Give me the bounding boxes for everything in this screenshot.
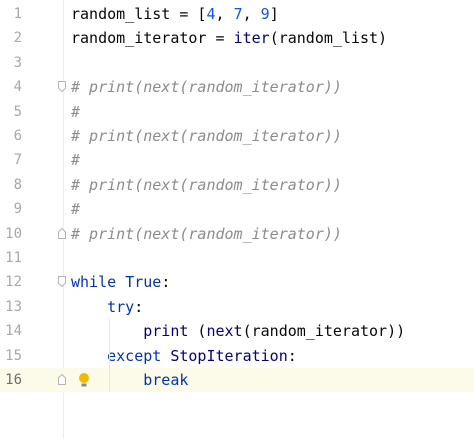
code-line-7[interactable]: 7 # xyxy=(0,148,474,172)
fold-start-icon[interactable] xyxy=(58,81,66,93)
code-text[interactable]: except StopIteration: xyxy=(71,344,297,368)
code-text[interactable]: # print(next(random_iterator)) xyxy=(71,124,342,148)
code-token-plain: , xyxy=(242,5,261,23)
code-line-5[interactable]: 5 # xyxy=(0,100,474,124)
code-token-num: 4 xyxy=(206,5,216,23)
code-token-cmt: # xyxy=(71,151,81,170)
code-token-plain: : xyxy=(161,273,171,292)
fold-start-icon[interactable] xyxy=(58,276,66,288)
code-line-8[interactable]: 8 # print(next(random_iterator)) xyxy=(0,173,474,197)
code-token-cmt: # xyxy=(71,200,81,219)
line-number: 2 xyxy=(13,30,22,47)
line-number: 7 xyxy=(13,152,22,169)
code-line-2[interactable]: 2 random_iterator = iter(random_list) xyxy=(0,26,474,50)
code-line-12[interactable]: 12 while True: xyxy=(0,270,474,294)
code-text[interactable]: print (next(random_iterator)) xyxy=(71,319,405,343)
code-token-cmt: # print(next(random_iterator)) xyxy=(71,224,342,243)
indent-guide xyxy=(109,368,110,393)
line-number: 5 xyxy=(13,103,22,120)
code-token-plain: (random_iterator)) xyxy=(242,322,406,341)
code-token-plain: : xyxy=(134,297,144,316)
code-line-13[interactable]: 13 try: xyxy=(0,295,474,319)
line-number: 11 xyxy=(5,250,22,266)
line-number: 8 xyxy=(13,176,22,193)
code-text[interactable]: random_list = [4, 7, 9] xyxy=(71,2,279,26)
code-token-builtin: iter xyxy=(233,29,270,48)
line-number: 14 xyxy=(5,323,22,340)
code-text[interactable]: # xyxy=(71,148,80,172)
line-number: 12 xyxy=(5,274,22,291)
code-text[interactable]: # print(next(random_iterator)) xyxy=(71,75,342,99)
code-line-10[interactable]: 10 # print(next(random_iterator)) xyxy=(0,222,474,246)
code-token-plain: : xyxy=(287,346,297,365)
code-line-3[interactable]: 3 xyxy=(0,51,474,75)
line-number: 15 xyxy=(5,347,22,364)
code-token-kw: except xyxy=(107,346,171,365)
code-line-11[interactable]: 11 xyxy=(0,246,474,270)
code-text[interactable]: try: xyxy=(71,295,143,319)
code-token-builtin: StopIteration xyxy=(170,346,288,365)
code-token-builtin: next xyxy=(206,322,243,341)
code-token-cmt: # print(next(random_iterator)) xyxy=(71,127,342,145)
code-line-16[interactable]: 16 break xyxy=(0,368,474,392)
code-line-14[interactable]: 14 print (next(random_iterator)) xyxy=(0,319,474,343)
code-token-cmt: # print(next(random_iterator)) xyxy=(71,78,342,97)
line-number: 1 xyxy=(13,6,22,22)
code-line-1[interactable]: 1 random_list = [4, 7, 9] xyxy=(0,2,474,26)
code-token-plain: (random_list) xyxy=(269,29,388,48)
code-token-num: 9 xyxy=(260,5,270,23)
code-token-kw: True xyxy=(125,273,162,292)
code-text[interactable]: # print(next(random_iterator)) xyxy=(71,222,342,246)
code-text[interactable]: # print(next(random_iterator)) xyxy=(71,173,342,197)
code-token-plain: random_iterator = xyxy=(71,29,234,48)
code-token-plain: random_list = [ xyxy=(71,5,207,23)
code-token-plain: , xyxy=(215,5,234,23)
line-number: 3 xyxy=(13,54,22,71)
code-token-num: 7 xyxy=(233,5,243,23)
code-token-kw: while xyxy=(71,273,126,292)
line-number: 9 xyxy=(13,201,22,218)
code-token-plain: ( xyxy=(188,322,207,341)
code-editor[interactable]: 1 random_list = [4, 7, 9] 2 random_iterator… xyxy=(0,0,474,439)
line-number: 4 xyxy=(13,79,22,96)
code-token-cmt: # xyxy=(71,102,81,121)
code-text[interactable]: while True: xyxy=(71,270,170,294)
fold-end-icon[interactable] xyxy=(58,227,66,239)
code-line-9[interactable]: 9 # xyxy=(0,197,474,221)
code-text[interactable]: random_iterator = iter(random_list) xyxy=(71,26,387,50)
code-token-builtin: print xyxy=(143,322,189,341)
code-text[interactable]: # xyxy=(71,100,80,124)
code-token-plain: ] xyxy=(269,5,279,23)
code-text[interactable]: break xyxy=(71,368,188,392)
code-text[interactable]: # xyxy=(71,197,80,221)
line-number: 6 xyxy=(13,128,22,144)
fold-end-icon[interactable] xyxy=(58,374,66,385)
code-line-6[interactable]: 6 # print(next(random_iterator)) xyxy=(0,124,474,148)
line-number: 16 xyxy=(5,372,22,388)
code-token-kw: try xyxy=(107,297,135,316)
line-number: 10 xyxy=(5,225,22,242)
code-token-kw: break xyxy=(143,371,189,389)
code-token-cmt: # print(next(random_iterator)) xyxy=(71,175,342,194)
code-line-4[interactable]: 4 # print(next(random_iterator)) xyxy=(0,75,474,99)
line-number: 13 xyxy=(5,298,22,315)
code-line-15[interactable]: 15 except StopIteration: xyxy=(0,344,474,368)
indent-guide xyxy=(109,319,110,368)
